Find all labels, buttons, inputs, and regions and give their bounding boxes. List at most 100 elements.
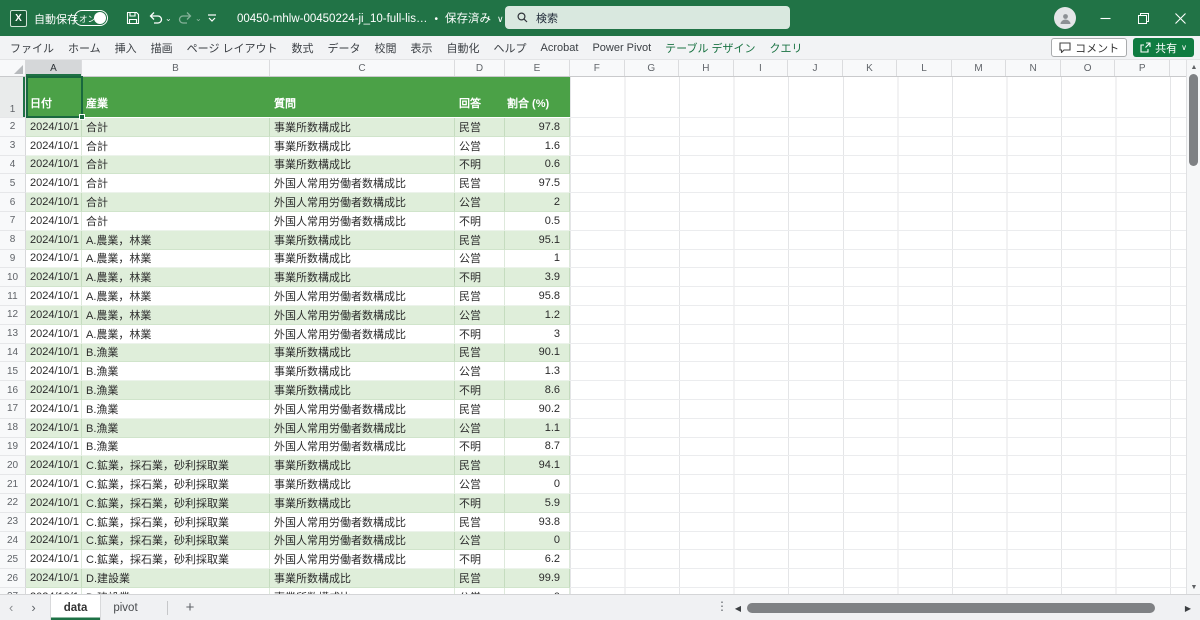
cell-ratio[interactable]: 1.1 xyxy=(505,419,570,438)
row-header[interactable]: 18 xyxy=(0,419,26,438)
empty-grid-cells[interactable] xyxy=(570,494,1186,513)
column-header[interactable]: N xyxy=(1006,60,1061,76)
document-title[interactable]: 00450-mhlw-00450224-ji_10-full-lis…•保存済み… xyxy=(237,10,504,26)
row-header[interactable]: 14 xyxy=(0,344,26,363)
cell-date[interactable]: 2024/10/1 xyxy=(26,287,82,306)
quick-access-customize-icon[interactable] xyxy=(207,11,217,29)
cell-industry[interactable]: C.鉱業，採石業，砂利採取業 xyxy=(82,550,270,569)
cell-industry[interactable]: D.建設業 xyxy=(82,569,270,588)
cell-question[interactable]: 外国人常用労働者数構成比 xyxy=(270,532,455,551)
cell-answer[interactable]: 民営 xyxy=(455,456,505,475)
ribbon-tab[interactable]: ファイル xyxy=(3,36,61,59)
cell-industry[interactable]: 合計 xyxy=(82,118,270,137)
ribbon-tab[interactable]: ページ レイアウト xyxy=(180,36,285,59)
row-header[interactable]: 21 xyxy=(0,475,26,494)
ribbon-tab[interactable]: 描画 xyxy=(144,36,180,59)
row-header[interactable]: 15 xyxy=(0,362,26,381)
empty-grid-cells[interactable] xyxy=(570,118,1186,137)
cell-ratio[interactable]: 2 xyxy=(505,193,570,212)
excel-app-icon[interactable]: X xyxy=(10,10,27,27)
row-header[interactable]: 25 xyxy=(0,550,26,569)
header-cell-question[interactable]: 質問 xyxy=(270,77,455,118)
vertical-scroll-thumb[interactable] xyxy=(1189,74,1198,166)
column-header[interactable]: F xyxy=(570,60,625,76)
cell-date[interactable]: 2024/10/1 xyxy=(26,118,82,137)
comments-button[interactable]: コメント xyxy=(1051,38,1127,57)
cell-ratio[interactable]: 1 xyxy=(505,250,570,269)
row-header[interactable]: 2 xyxy=(0,118,26,137)
cell-industry[interactable]: B.漁業 xyxy=(82,381,270,400)
cell-industry[interactable]: A.農業，林業 xyxy=(82,250,270,269)
ribbon-tab[interactable]: 校閲 xyxy=(368,36,404,59)
empty-grid-cells[interactable] xyxy=(570,344,1186,363)
cell-date[interactable]: 2024/10/1 xyxy=(26,344,82,363)
cell-answer[interactable]: 不明 xyxy=(455,156,505,175)
cell-question[interactable]: 外国人常用労働者数構成比 xyxy=(270,193,455,212)
cell-answer[interactable]: 不明 xyxy=(455,550,505,569)
cell-industry[interactable]: 合計 xyxy=(82,193,270,212)
cell-ratio[interactable]: 3 xyxy=(505,325,570,344)
scroll-down-arrow-icon[interactable]: ▼ xyxy=(1187,580,1200,594)
column-header[interactable]: O xyxy=(1061,60,1116,76)
ribbon-tab[interactable]: ホーム xyxy=(61,36,108,59)
horizontal-scroll-track[interactable] xyxy=(744,602,1182,614)
cell-date[interactable]: 2024/10/1 xyxy=(26,532,82,551)
cell-date[interactable]: 2024/10/1 xyxy=(26,174,82,193)
cell-ratio[interactable]: 1.3 xyxy=(505,362,570,381)
cell-answer[interactable]: 不明 xyxy=(455,494,505,513)
cell-ratio[interactable]: 5.9 xyxy=(505,494,570,513)
sheet-tab[interactable]: pivot xyxy=(100,595,150,620)
cell-answer[interactable]: 公営 xyxy=(455,362,505,381)
row-header[interactable]: 16 xyxy=(0,381,26,400)
cell-answer[interactable]: 不明 xyxy=(455,381,505,400)
empty-grid-cells[interactable] xyxy=(570,250,1186,269)
row-header[interactable]: 11 xyxy=(0,287,26,306)
cell-date[interactable]: 2024/10/1 xyxy=(26,475,82,494)
cell-ratio[interactable]: 93.8 xyxy=(505,513,570,532)
empty-grid-cells[interactable] xyxy=(570,419,1186,438)
cell-answer[interactable]: 民営 xyxy=(455,513,505,532)
header-cell-industry[interactable]: 産業 xyxy=(82,77,270,118)
ribbon-tab[interactable]: 数式 xyxy=(285,36,321,59)
restore-button[interactable] xyxy=(1126,0,1160,36)
cell-question[interactable]: 事業所数構成比 xyxy=(270,456,455,475)
row-header[interactable]: 10 xyxy=(0,268,26,287)
ribbon-contextual-tab[interactable]: テーブル デザイン xyxy=(658,36,762,59)
empty-grid-cells[interactable] xyxy=(570,77,1186,118)
cell-ratio[interactable]: 8.7 xyxy=(505,438,570,457)
more-options-icon[interactable]: ⋮ xyxy=(716,599,728,613)
cell-industry[interactable]: C.鉱業，採石業，砂利採取業 xyxy=(82,494,270,513)
cell-date[interactable]: 2024/10/1 xyxy=(26,381,82,400)
ribbon-tab[interactable]: 表示 xyxy=(404,36,440,59)
autosave-toggle[interactable]: オン xyxy=(74,10,108,26)
row-header[interactable]: 20 xyxy=(0,456,26,475)
empty-grid-cells[interactable] xyxy=(570,268,1186,287)
empty-grid-cells[interactable] xyxy=(570,513,1186,532)
empty-grid-cells[interactable] xyxy=(570,156,1186,175)
cell-answer[interactable]: 民営 xyxy=(455,344,505,363)
cell-question[interactable]: 事業所数構成比 xyxy=(270,156,455,175)
column-header[interactable]: G xyxy=(625,60,680,76)
column-header[interactable]: D xyxy=(455,60,505,76)
empty-grid-cells[interactable] xyxy=(570,306,1186,325)
vertical-scrollbar[interactable]: ▲ ▼ xyxy=(1186,60,1200,594)
cell-date[interactable]: 2024/10/1 xyxy=(26,419,82,438)
row-header[interactable]: 26 xyxy=(0,569,26,588)
cell-date[interactable]: 2024/10/1 xyxy=(26,325,82,344)
empty-grid-cells[interactable] xyxy=(570,287,1186,306)
cell-ratio[interactable]: 95.1 xyxy=(505,231,570,250)
cell-question[interactable]: 外国人常用労働者数構成比 xyxy=(270,212,455,231)
column-header[interactable]: P xyxy=(1115,60,1170,76)
cell-date[interactable]: 2024/10/1 xyxy=(26,268,82,287)
cell-ratio[interactable]: 94.1 xyxy=(505,456,570,475)
empty-grid-cells[interactable] xyxy=(570,438,1186,457)
cell-question[interactable]: 外国人常用労働者数構成比 xyxy=(270,400,455,419)
share-button[interactable]: 共有 ∨ xyxy=(1133,38,1194,57)
cell-industry[interactable]: C.鉱業，採石業，砂利採取業 xyxy=(82,513,270,532)
column-header[interactable]: B xyxy=(82,60,270,76)
column-header[interactable]: C xyxy=(270,60,455,76)
empty-grid-cells[interactable] xyxy=(570,400,1186,419)
cell-question[interactable]: 事業所数構成比 xyxy=(270,118,455,137)
sheet-tab[interactable]: data xyxy=(51,595,101,620)
cell-answer[interactable]: 公営 xyxy=(455,532,505,551)
